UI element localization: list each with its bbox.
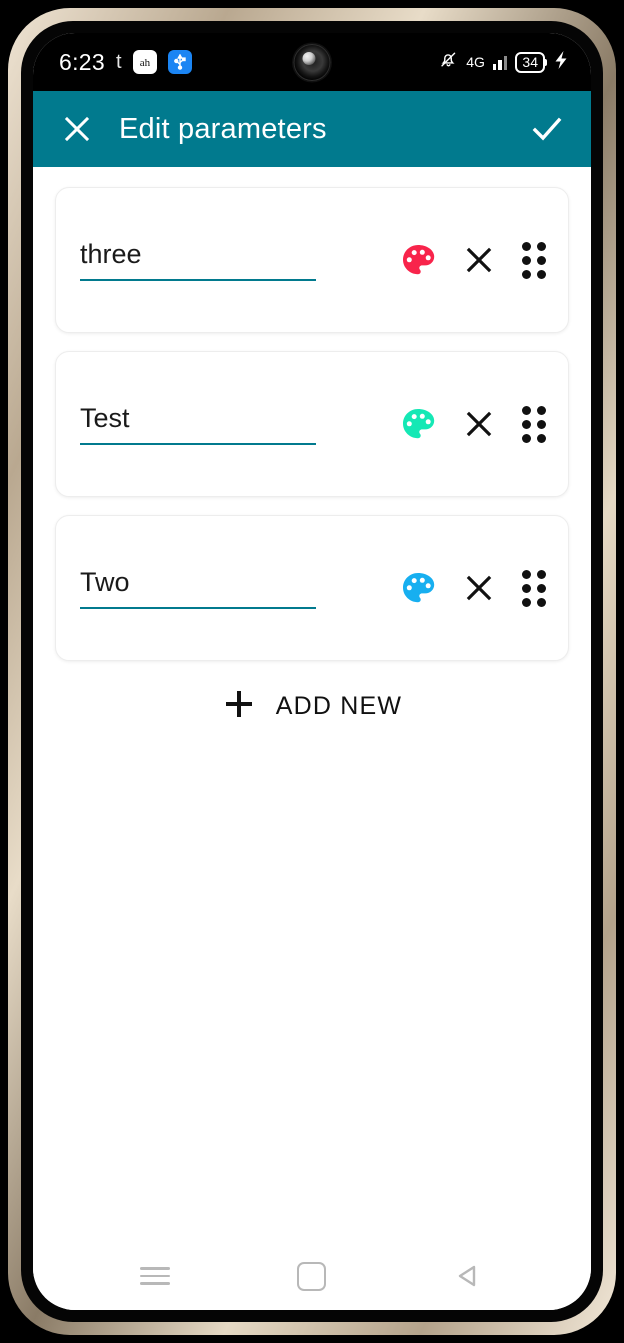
phone-frame: 6:23 t ah 4G 34 Edit parameters three Te…	[8, 8, 616, 1335]
bell-muted-icon	[439, 50, 458, 74]
usb-connection-icon	[167, 50, 192, 74]
parameter-card-actions	[400, 405, 546, 443]
drag-handle-icon[interactable]	[522, 241, 546, 279]
parameter-card-actions	[400, 569, 546, 607]
add-new-label: ADD NEW	[275, 691, 403, 720]
parameter-name-field[interactable]: Two	[80, 567, 316, 609]
delete-parameter-button[interactable]	[462, 407, 496, 441]
parameter-card: Test	[55, 351, 569, 497]
parameter-name-value[interactable]: three	[80, 239, 316, 279]
drag-handle-icon[interactable]	[522, 569, 546, 607]
drag-handle-icon[interactable]	[522, 405, 546, 443]
parameters-list: three Test Two ADD NEW	[33, 167, 591, 1242]
network-type-label: 4G	[466, 54, 485, 70]
status-bar-right: 4G 34	[439, 33, 569, 91]
phone-bezel: 6:23 t ah 4G 34 Edit parameters three Te…	[21, 21, 603, 1322]
svg-text:ah: ah	[139, 57, 150, 69]
phone-screen: 6:23 t ah 4G 34 Edit parameters three Te…	[33, 33, 591, 1310]
plus-icon	[222, 687, 256, 726]
delete-parameter-button[interactable]	[462, 571, 496, 605]
color-palette-icon[interactable]	[400, 570, 436, 606]
parameter-name-value[interactable]: Two	[80, 567, 316, 607]
color-palette-icon[interactable]	[400, 242, 436, 278]
status-clock: 6:23	[59, 48, 105, 75]
confirm-button[interactable]	[529, 111, 565, 147]
color-palette-icon[interactable]	[400, 406, 436, 442]
front-camera-punch-hole	[293, 44, 331, 81]
lightning-bolt-icon	[553, 50, 569, 75]
parameter-card: Two	[55, 515, 569, 661]
field-underline	[80, 279, 316, 281]
status-bar-left: 6:23 t ah	[59, 33, 192, 91]
parameter-card-actions	[400, 241, 546, 279]
android-nav-bar	[33, 1242, 591, 1310]
signal-bars-icon	[492, 54, 508, 70]
status-bar: 6:23 t ah 4G 34	[33, 33, 591, 91]
add-new-button[interactable]: ADD NEW	[55, 679, 569, 733]
back-icon[interactable]	[445, 1252, 493, 1300]
delete-parameter-button[interactable]	[462, 243, 496, 277]
field-underline	[80, 607, 316, 609]
parameter-name-field[interactable]: Test	[80, 403, 316, 445]
recents-icon[interactable]	[131, 1252, 179, 1300]
close-button[interactable]	[59, 111, 95, 147]
field-underline	[80, 443, 316, 445]
app-notification-icon: ah	[132, 50, 157, 74]
parameter-card: three	[55, 187, 569, 333]
tumblr-notification-icon: t	[115, 51, 122, 73]
battery-level-badge: 34	[515, 51, 547, 73]
parameter-name-field[interactable]: three	[80, 239, 316, 281]
app-bar: Edit parameters	[33, 91, 591, 167]
parameter-name-value[interactable]: Test	[80, 403, 316, 443]
home-icon[interactable]	[288, 1252, 336, 1300]
page-title: Edit parameters	[119, 112, 327, 145]
